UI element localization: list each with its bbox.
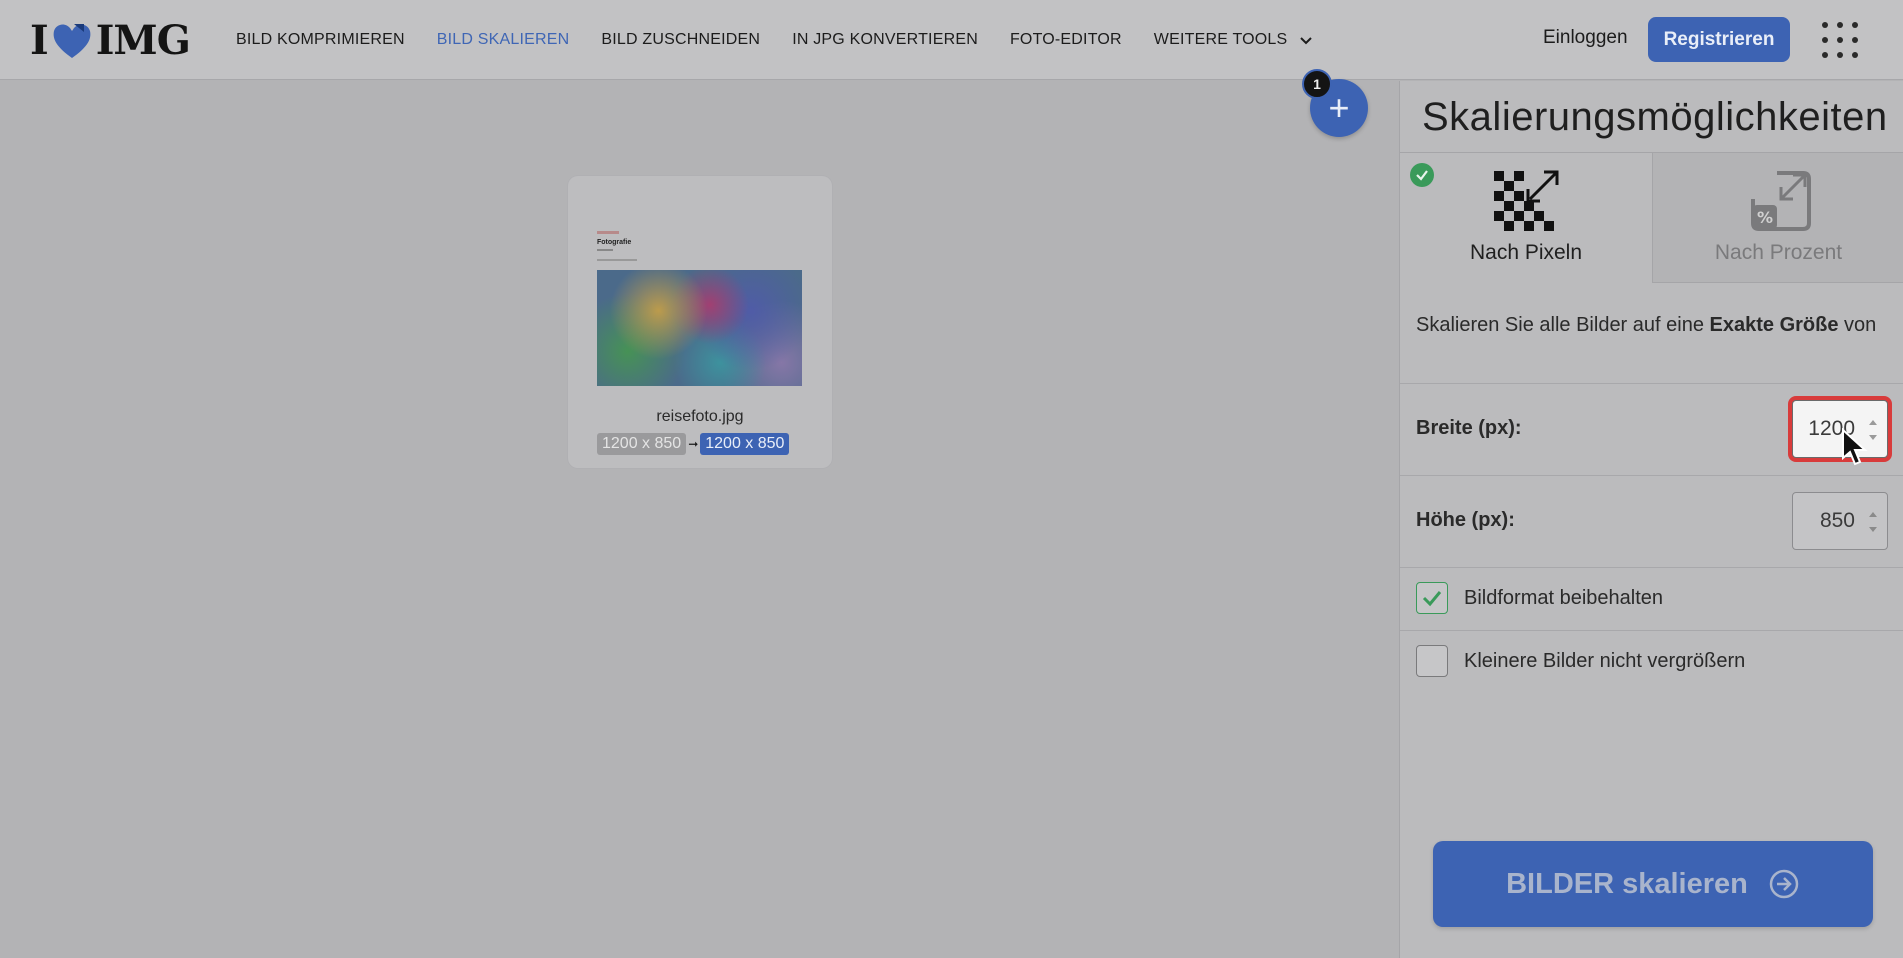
dimension-row: 1200 x 850 ➞ 1200 x 850	[597, 433, 790, 455]
logo[interactable]: I IMG	[30, 16, 191, 64]
tab-by-percent-label: Nach Prozent	[1714, 241, 1843, 264]
chevron-down-icon	[1300, 37, 1313, 45]
keep-ratio-label[interactable]: Bildformat beibehalten	[1464, 587, 1663, 610]
description-bold: Exakte Größe	[1709, 314, 1839, 336]
resize-images-button[interactable]: BILDER skalieren	[1433, 841, 1873, 927]
file-preview: Fotografie	[597, 231, 802, 391]
pixel-resize-icon	[1494, 170, 1559, 231]
nav-convert-jpg[interactable]: IN JPG KONVERTIEREN	[792, 31, 978, 49]
nav-compress[interactable]: BILD KOMPRIMIEREN	[236, 31, 405, 49]
file-card[interactable]: Fotografie reisefoto.jpg 1200 x 850 ➞ 12…	[568, 176, 832, 468]
nav-more-tools[interactable]: WEITERE TOOLS	[1154, 31, 1314, 49]
arrow-right-icon: ➞	[688, 437, 699, 451]
description-suffix: von	[1844, 314, 1877, 336]
nav-crop[interactable]: BILD ZUSCHNEIDEN	[601, 31, 760, 49]
preview-title: Fotografie	[597, 239, 632, 246]
tab-by-percent[interactable]: % Nach Prozent	[1652, 153, 1903, 283]
tab-by-pixels-label: Nach Pixeln	[1469, 241, 1583, 264]
description-prefix: Skalieren Sie alle Bilder auf eine	[1416, 314, 1704, 336]
register-button[interactable]: Registrieren	[1648, 17, 1790, 62]
no-enlarge-row: Kleinere Bilder nicht vergrößern	[1400, 630, 1903, 693]
apps-grid-icon[interactable]	[1822, 22, 1858, 58]
logo-text-right: IMG	[95, 16, 191, 64]
main-nav: BILD KOMPRIMIEREN BILD SKALIEREN BILD ZU…	[236, 0, 1345, 80]
top-header: I IMG BILD KOMPRIMIEREN BILD SKALIEREN B…	[0, 0, 1903, 80]
nav-photo-editor[interactable]: FOTO-EDITOR	[1010, 31, 1122, 49]
height-row: Höhe (px): 850	[1400, 475, 1903, 567]
mouse-cursor-icon	[1842, 428, 1868, 466]
workspace: Fotografie reisefoto.jpg 1200 x 850 ➞ 12…	[0, 81, 1399, 958]
preview-decoration	[597, 259, 637, 261]
login-link[interactable]: Einloggen	[1543, 27, 1628, 49]
options-sidebar: Skalierungsmöglichkeiten Nach Pixeln % N…	[1399, 81, 1903, 958]
no-enlarge-label[interactable]: Kleinere Bilder nicht vergrößern	[1464, 650, 1745, 673]
file-count-badge: 1	[1302, 69, 1332, 99]
resize-mode-tabs: Nach Pixeln % Nach Prozent	[1400, 152, 1903, 283]
height-input[interactable]: 850	[1792, 492, 1888, 550]
tab-by-pixels[interactable]: Nach Pixeln	[1400, 153, 1652, 283]
height-label: Höhe (px):	[1416, 509, 1515, 531]
width-row: Breite (px): 1200	[1400, 383, 1903, 475]
resize-description: Skalieren Sie alle Bilder auf eine Exakt…	[1416, 311, 1886, 339]
new-size-badge: 1200 x 850	[700, 433, 790, 455]
check-icon	[1410, 163, 1434, 187]
resize-images-label: BILDER skalieren	[1506, 867, 1748, 900]
percent-resize-icon: %	[1750, 171, 1811, 231]
no-enlarge-checkbox[interactable]	[1416, 645, 1448, 677]
nav-resize[interactable]: BILD SKALIEREN	[437, 31, 570, 49]
nav-more-tools-label: WEITERE TOOLS	[1153, 31, 1288, 48]
svg-text:%: %	[1756, 208, 1772, 227]
original-size-badge: 1200 x 850	[597, 433, 687, 455]
keep-ratio-checkbox[interactable]	[1416, 582, 1448, 614]
sidebar-title: Skalierungsmöglichkeiten	[1422, 95, 1888, 139]
preview-decoration	[597, 249, 613, 251]
arrow-circle-right-icon	[1769, 869, 1799, 899]
height-value: 850	[1819, 509, 1855, 532]
checkmark-icon	[1422, 591, 1442, 607]
preview-image	[597, 270, 802, 386]
heart-icon	[53, 24, 91, 58]
logo-text-left: I	[30, 16, 49, 64]
spinner-arrows-icon[interactable]	[1867, 507, 1879, 537]
file-name: reisefoto.jpg	[656, 408, 744, 425]
width-label: Breite (px):	[1416, 417, 1522, 439]
preview-decoration	[597, 231, 619, 234]
keep-ratio-row: Bildformat beibehalten	[1400, 567, 1903, 630]
